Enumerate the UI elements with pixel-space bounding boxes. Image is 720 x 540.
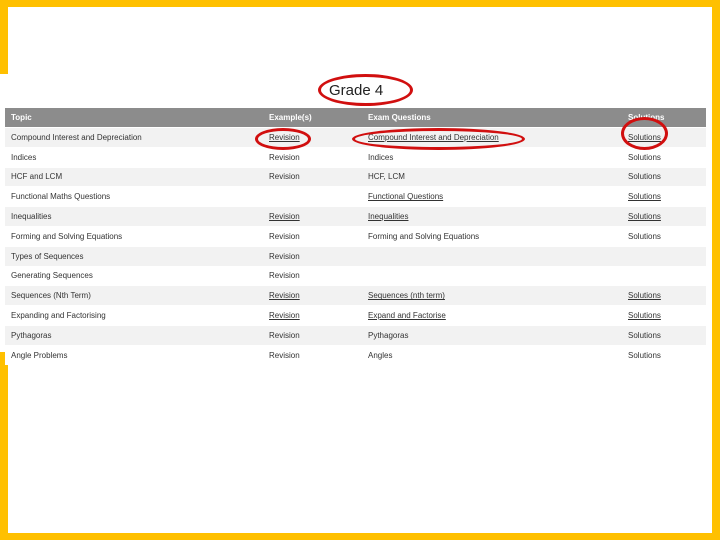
- table-row: Angle Problems Revision Angles Solutions: [5, 344, 706, 365]
- exam-questions-link: [362, 245, 622, 267]
- header-topic: Topic: [5, 108, 263, 128]
- topic-cell: Indices: [5, 146, 263, 168]
- table-header-row: Topic Example(s) Exam Questions Solution…: [5, 108, 706, 128]
- solutions-link[interactable]: Solutions: [622, 285, 706, 306]
- frame-left-border-bottom: [0, 352, 8, 540]
- topic-cell: Types of Sequences: [5, 245, 263, 267]
- exam-questions-link[interactable]: Angles: [362, 344, 622, 365]
- example-link[interactable]: Revision: [263, 305, 362, 326]
- topics-table: Topic Example(s) Exam Questions Solution…: [5, 108, 706, 365]
- table-row: Indices Revision Indices Solutions: [5, 146, 706, 168]
- solutions-link[interactable]: Solutions: [622, 146, 706, 168]
- solutions-link[interactable]: Solutions: [622, 225, 706, 247]
- solutions-link[interactable]: Solutions: [622, 305, 706, 326]
- topic-cell: Angle Problems: [5, 344, 263, 365]
- annotation-circle-revision: [255, 128, 311, 150]
- exam-questions-link[interactable]: Forming and Solving Equations: [362, 225, 622, 247]
- table-body: Compound Interest and Depreciation Revisi…: [5, 127, 706, 365]
- table-row: Inequalities Revision Inequalities Solution…: [5, 206, 706, 227]
- solutions-link: [622, 245, 706, 267]
- annotation-circle-exam-question: [352, 128, 525, 150]
- exam-questions-link[interactable]: Functional Questions: [362, 186, 622, 207]
- example-link[interactable]: Revision: [263, 265, 362, 286]
- exam-questions-link[interactable]: Sequences (nth term): [362, 285, 622, 306]
- table-row: Expanding and Factorising Revision Expand …: [5, 305, 706, 326]
- solutions-link[interactable]: Solutions: [622, 186, 706, 207]
- exam-questions-link[interactable]: Inequalities: [362, 206, 622, 227]
- solutions-link[interactable]: Solutions: [622, 166, 706, 187]
- example-link[interactable]: Revision: [263, 225, 362, 247]
- table-row: Forming and Solving Equations Revision For…: [5, 225, 706, 247]
- table-row: Sequences (Nth Term) Revision Sequences (n…: [5, 285, 706, 306]
- exam-questions-link[interactable]: Expand and Factorise: [362, 305, 622, 326]
- solutions-link[interactable]: Solutions: [622, 324, 706, 346]
- frame-left-border-top: [0, 0, 8, 74]
- example-link[interactable]: Revision: [263, 166, 362, 187]
- exam-questions-link[interactable]: Indices: [362, 146, 622, 168]
- solutions-link[interactable]: Solutions: [622, 344, 706, 365]
- table-row: Pythagoras Revision Pythagoras Solutions: [5, 324, 706, 346]
- topic-cell: Expanding and Factorising: [5, 305, 263, 326]
- table-row: HCF and LCM Revision HCF, LCM Solutions: [5, 166, 706, 187]
- exam-questions-link: [362, 265, 622, 286]
- table-row: Generating Sequences Revision: [5, 265, 706, 286]
- table-row: Functional Maths Questions Functional Que…: [5, 186, 706, 207]
- example-link[interactable]: Revision: [263, 245, 362, 267]
- topic-cell: Forming and Solving Equations: [5, 225, 263, 247]
- topic-cell: Sequences (Nth Term): [5, 285, 263, 306]
- example-link[interactable]: Revision: [263, 146, 362, 168]
- exam-questions-link[interactable]: HCF, LCM: [362, 166, 622, 187]
- example-link[interactable]: Revision: [263, 344, 362, 365]
- topic-cell: Pythagoras: [5, 324, 263, 346]
- example-link: [263, 186, 362, 207]
- table-row: Types of Sequences Revision: [5, 245, 706, 267]
- frame-top-border: [0, 0, 720, 7]
- solutions-link[interactable]: Solutions: [622, 206, 706, 227]
- topic-cell: Functional Maths Questions: [5, 186, 263, 207]
- example-link[interactable]: Revision: [263, 324, 362, 346]
- topic-cell: Compound Interest and Depreciation: [5, 127, 263, 148]
- annotation-circle-solutions: [621, 117, 668, 150]
- annotation-circle-title: [318, 74, 413, 106]
- topic-cell: Inequalities: [5, 206, 263, 227]
- example-link[interactable]: Revision: [263, 206, 362, 227]
- example-link[interactable]: Revision: [263, 285, 362, 306]
- frame-right-border: [712, 0, 720, 540]
- solutions-link: [622, 265, 706, 286]
- topic-cell: Generating Sequences: [5, 265, 263, 286]
- exam-questions-link[interactable]: Pythagoras: [362, 324, 622, 346]
- header-examples: Example(s): [263, 108, 362, 128]
- header-exam-questions: Exam Questions: [362, 108, 622, 128]
- topic-cell: HCF and LCM: [5, 166, 263, 187]
- frame-bottom-border: [0, 533, 720, 540]
